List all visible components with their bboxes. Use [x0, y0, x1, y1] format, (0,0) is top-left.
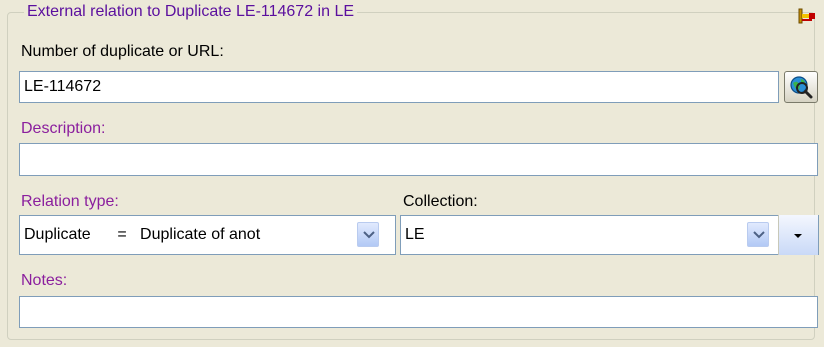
dropdown-triangle-icon [794, 234, 802, 238]
relation-type-label: Relation type: [21, 193, 119, 210]
notes-input[interactable] [19, 296, 818, 328]
number-label: Number of duplicate or URL: [21, 43, 224, 60]
collection-menu-button[interactable] [778, 215, 819, 255]
number-input[interactable]: LE-114672 [19, 71, 779, 103]
relation-type-dropdown-button[interactable] [357, 222, 379, 247]
notes-label: Notes: [21, 272, 68, 289]
relation-type-select[interactable]: Duplicate = Duplicate of anot [19, 215, 396, 255]
collection-label: Collection: [403, 193, 478, 210]
relation-connector-icon[interactable] [796, 6, 818, 26]
chevron-down-icon [753, 231, 765, 239]
collection-select[interactable]: LE [400, 215, 779, 255]
collection-dropdown-button[interactable] [747, 222, 769, 247]
group-title: External relation to Duplicate LE-114672… [24, 2, 358, 22]
chevron-down-icon [363, 231, 375, 239]
description-input[interactable] [19, 143, 818, 176]
description-label: Description: [21, 120, 106, 137]
search-button[interactable] [784, 71, 818, 103]
